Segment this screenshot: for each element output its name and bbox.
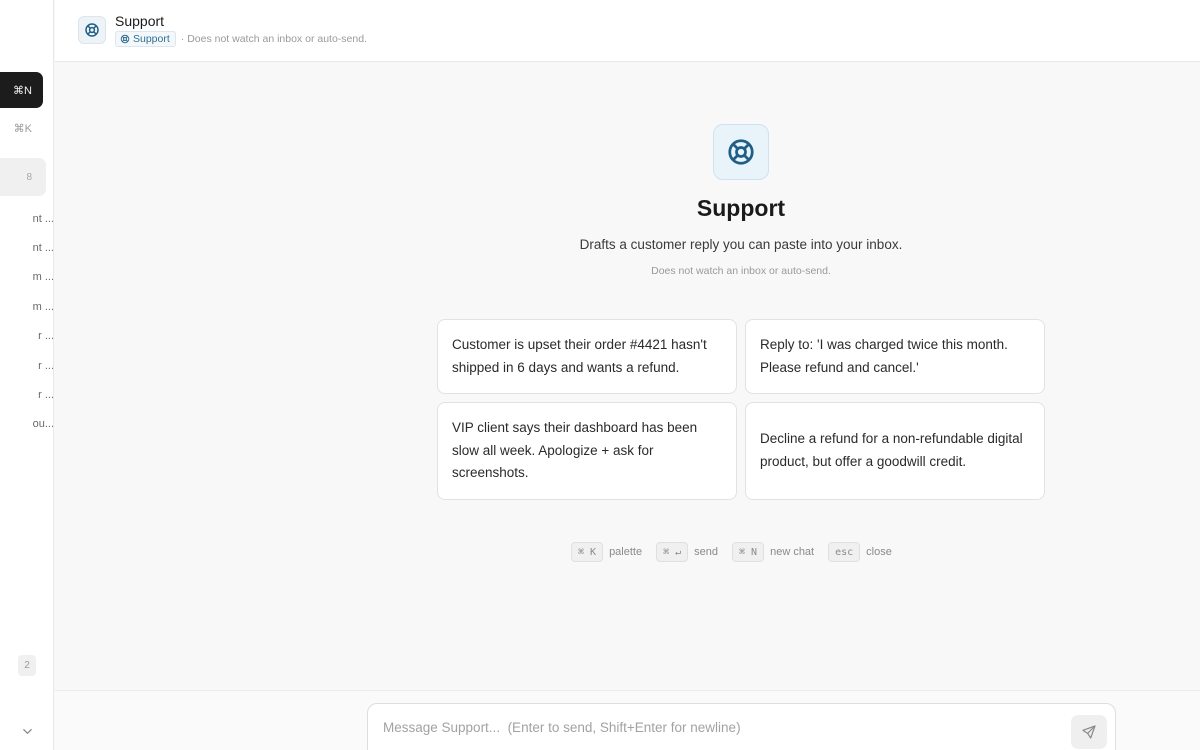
shortcut-label: send [694,546,719,558]
suggestion-card[interactable]: Reply to: 'I was charged twice this mont… [745,319,1045,394]
assistant-chip[interactable]: Support [115,31,176,47]
composer-bar [55,690,1200,750]
conversation-item-label: nt ... [32,242,54,255]
conversation-item[interactable]: ou... [0,410,54,439]
footer-count-badge: 2 [18,655,36,676]
conversation-item-label: ou... [32,418,54,431]
conversation-list: nt ... nt ... m ... m ... r ... r ... r … [0,204,54,439]
header-subtitle: Support · Does not watch an inbox or aut… [115,31,367,47]
assistant-title: Support [696,195,786,221]
header-subtitle-text: · Does not watch an inbox or auto-send. [180,33,367,45]
lifebuoy-icon [120,34,130,44]
send-icon [1082,725,1096,739]
lifebuoy-icon [78,16,106,44]
suggestion-card[interactable]: Decline a refund for a non-refundable di… [745,402,1045,500]
assistant-note: Does not watch an inbox or auto-send. [651,265,831,277]
shortcut-hints: ⌘ K palette ⌘ ↵ send ⌘ N new chat esc cl… [571,542,906,562]
conversation-item-label: r ... [38,330,54,343]
shortcut-key: ⌘ N [732,542,765,562]
suggestion-text: Decline a refund for a non-refundable di… [760,431,1023,469]
new-chat-button[interactable]: ⌘N [0,72,43,108]
suggestion-card[interactable]: VIP client says their dashboard has been… [437,402,737,500]
suggestion-text: Customer is upset their order #4421 hasn… [452,337,707,375]
section-count-badge: 8 [26,171,32,183]
new-chat-shortcut: ⌘N [13,84,32,97]
conversation-item[interactable]: r ... [0,380,54,409]
shortcut-label: close [866,546,892,558]
message-input[interactable] [383,716,1063,738]
header: Support Support · Does not watch an inbo… [55,0,1200,62]
conversation-item[interactable]: m ... [0,263,54,292]
sidebar: ⌘N ⌘K 8 nt ... nt ... m ... m ... r ... … [0,0,54,750]
conversation-item[interactable]: nt ... [0,233,54,262]
header-title: Support [115,13,165,29]
assistant-description: Drafts a customer reply you can paste in… [579,237,903,252]
shortcut-key: esc [828,542,861,562]
shortcut-label: palette [609,546,643,558]
conversation-item-label: nt ... [32,212,54,225]
send-button[interactable] [1071,715,1107,749]
conversation-item[interactable]: r ... [0,322,54,351]
conversation-item[interactable]: nt ... [0,204,54,233]
conversation-item-label: r ... [38,359,54,372]
shortcut-label: new chat [770,546,815,558]
search-button[interactable]: ⌘K [0,116,43,140]
message-composer [367,703,1116,750]
sidebar-section-header[interactable]: 8 [0,158,46,196]
lifebuoy-icon [713,124,769,180]
suggestion-text: VIP client says their dashboard has been… [452,420,698,480]
assistant-chip-label: Support [133,33,170,45]
conversation-item-label: m ... [32,300,54,313]
suggestion-card[interactable]: Customer is upset their order #4421 hasn… [437,319,737,394]
chevron-down-icon[interactable] [20,724,34,738]
conversation-item[interactable]: r ... [0,351,54,380]
search-shortcut: ⌘K [13,122,32,135]
shortcut-key: ⌘ K [571,542,604,562]
conversation-item-label: m ... [32,271,54,284]
shortcut-key: ⌘ ↵ [656,542,689,562]
suggestion-grid: Customer is upset their order #4421 hasn… [437,319,1047,500]
conversation-item[interactable]: m ... [0,292,54,321]
conversation-item-label: r ... [38,389,54,402]
suggestion-text: Reply to: 'I was charged twice this mont… [760,337,1008,375]
main-panel: Support Drafts a customer reply you can … [55,63,1200,690]
